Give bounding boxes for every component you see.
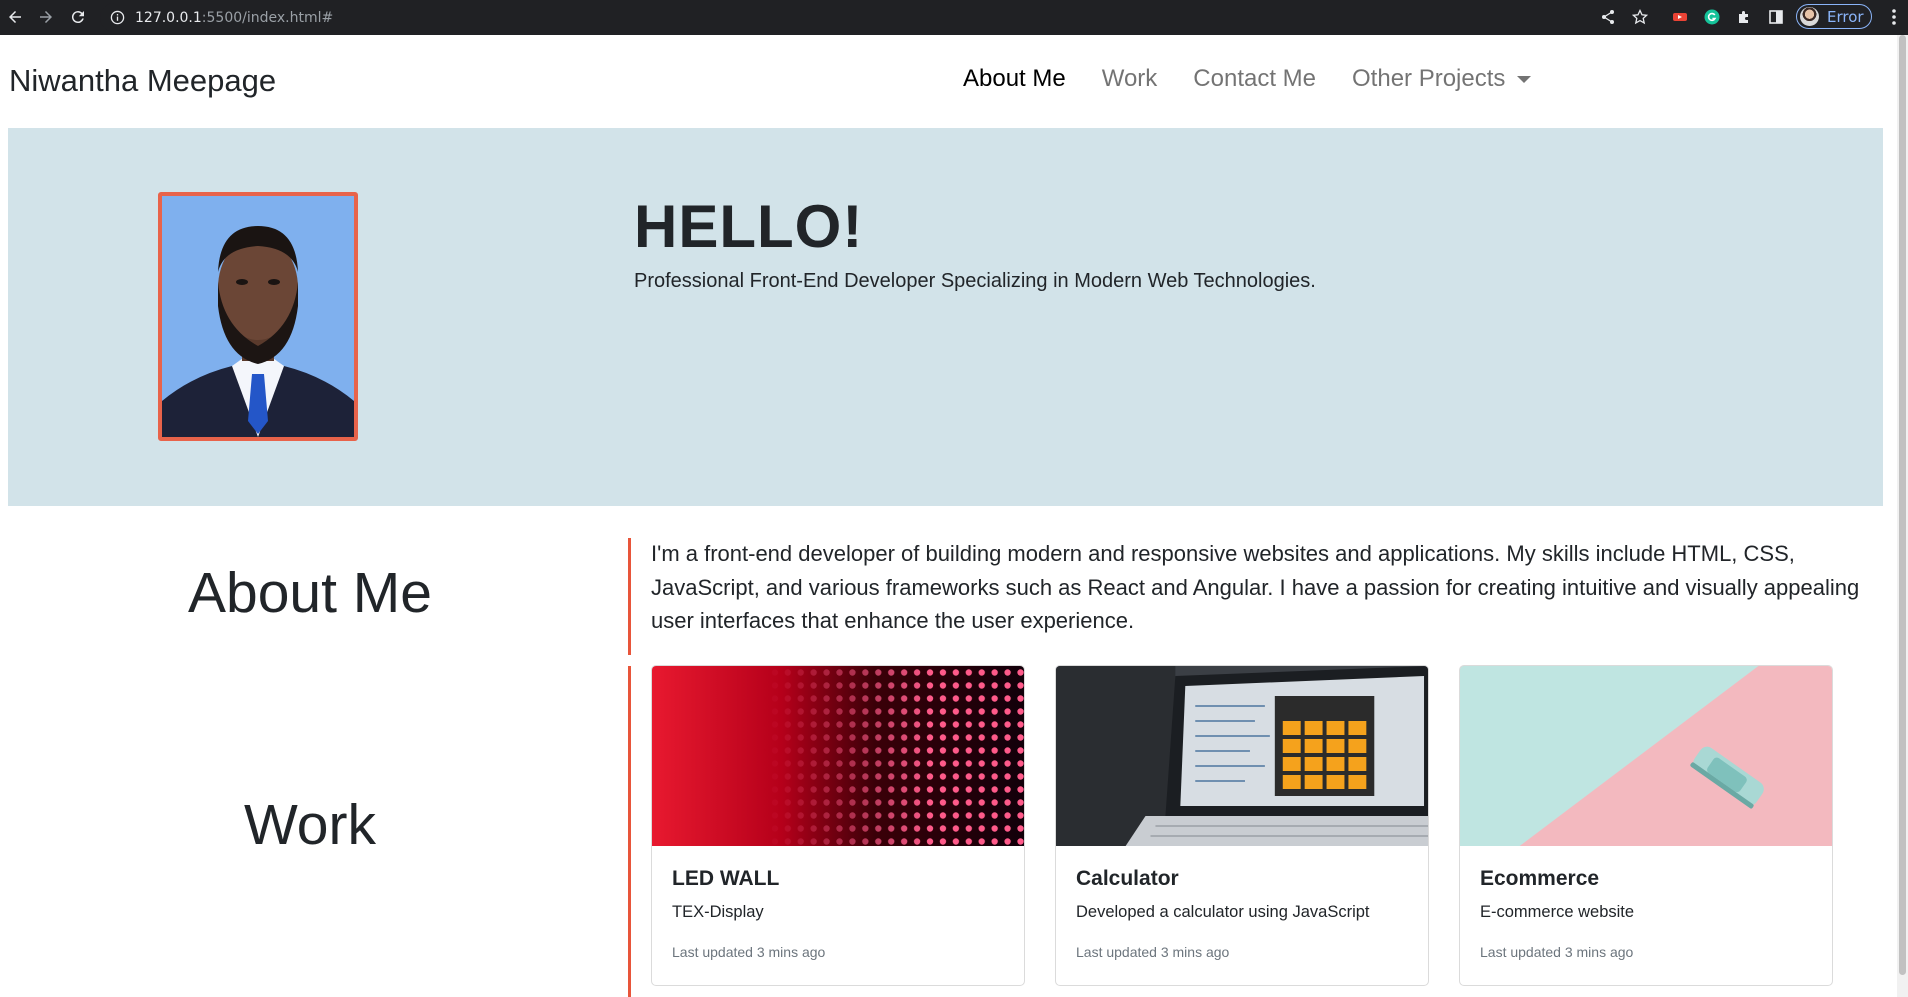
reload-icon[interactable]: [66, 5, 90, 29]
forward-arrow-icon[interactable]: [34, 5, 58, 29]
share-icon[interactable]: [1598, 7, 1618, 27]
brand-link[interactable]: Niwantha Meepage: [9, 63, 276, 99]
nav-dropdown-other-projects[interactable]: Other Projects: [1352, 65, 1532, 93]
project-card-led-wall[interactable]: LED WALL TEX-Display Last updated 3 mins…: [651, 665, 1025, 986]
about-text: I'm a front-end developer of building mo…: [651, 541, 1860, 633]
side-panel-icon[interactable]: [1766, 7, 1786, 27]
browser-toolbar: 127.0.0.1:5500/index.html# Error: [0, 0, 1908, 35]
ecommerce-image: [1460, 666, 1832, 846]
project-card-calculator[interactable]: Calculator Developed a calculator using …: [1055, 665, 1429, 986]
grammarly-icon[interactable]: [1702, 7, 1722, 27]
bookmark-star-icon[interactable]: [1630, 7, 1650, 27]
nav-links: About Me Work Contact Me Other Projects: [963, 65, 1567, 93]
card-text: Developed a calculator using JavaScript: [1076, 903, 1370, 921]
back-arrow-icon[interactable]: [3, 5, 27, 29]
led-wall-image: [652, 666, 1024, 846]
card-text: TEX-Display: [672, 903, 764, 921]
nav-link-contact-me[interactable]: Contact Me: [1193, 65, 1316, 93]
calculator-image: [1056, 666, 1428, 846]
project-card-ecommerce[interactable]: Ecommerce E-commerce website Last update…: [1459, 665, 1833, 986]
caret-down-icon: [1517, 76, 1532, 84]
url-text[interactable]: 127.0.0.1:5500/index.html#: [135, 10, 333, 26]
nav-link-about-me[interactable]: About Me: [963, 65, 1066, 93]
nav-link-work[interactable]: Work: [1102, 65, 1158, 93]
address-bar[interactable]: 127.0.0.1:5500/index.html#: [100, 3, 1620, 32]
card-title: Calculator: [1076, 867, 1179, 890]
site-navbar: Niwantha Meepage About Me Work Contact M…: [0, 35, 1897, 127]
site-info-icon[interactable]: [110, 10, 125, 25]
hero-section: HELLO! Professional Front-End Developer …: [8, 128, 1883, 506]
about-accent-bar: [628, 538, 631, 655]
work-heading: Work: [244, 793, 376, 857]
card-updated: Last updated 3 mins ago: [672, 944, 826, 960]
page-scrollbar-thumb[interactable]: [1899, 35, 1906, 975]
more-menu-icon[interactable]: [1888, 7, 1900, 27]
puzzle-extensions-icon[interactable]: [1734, 7, 1754, 27]
profile-photo: [158, 192, 358, 441]
extension-red-icon[interactable]: [1670, 7, 1690, 27]
about-heading: About Me: [188, 561, 432, 625]
card-text: E-commerce website: [1480, 903, 1635, 921]
hero-title: HELLO!: [634, 193, 864, 260]
card-title: Ecommerce: [1480, 867, 1600, 890]
avatar: [1800, 7, 1819, 26]
card-updated: Last updated 3 mins ago: [1076, 944, 1230, 960]
card-updated: Last updated 3 mins ago: [1480, 944, 1634, 960]
hero-subtitle: Professional Front-End Developer Special…: [634, 270, 1316, 292]
card-title: LED WALL: [672, 867, 780, 890]
profile-button[interactable]: Error: [1796, 4, 1872, 29]
work-accent-bar: [628, 666, 631, 997]
nav-dropdown-label: Other Projects: [1352, 65, 1506, 92]
profile-error-label: Error: [1827, 7, 1864, 26]
